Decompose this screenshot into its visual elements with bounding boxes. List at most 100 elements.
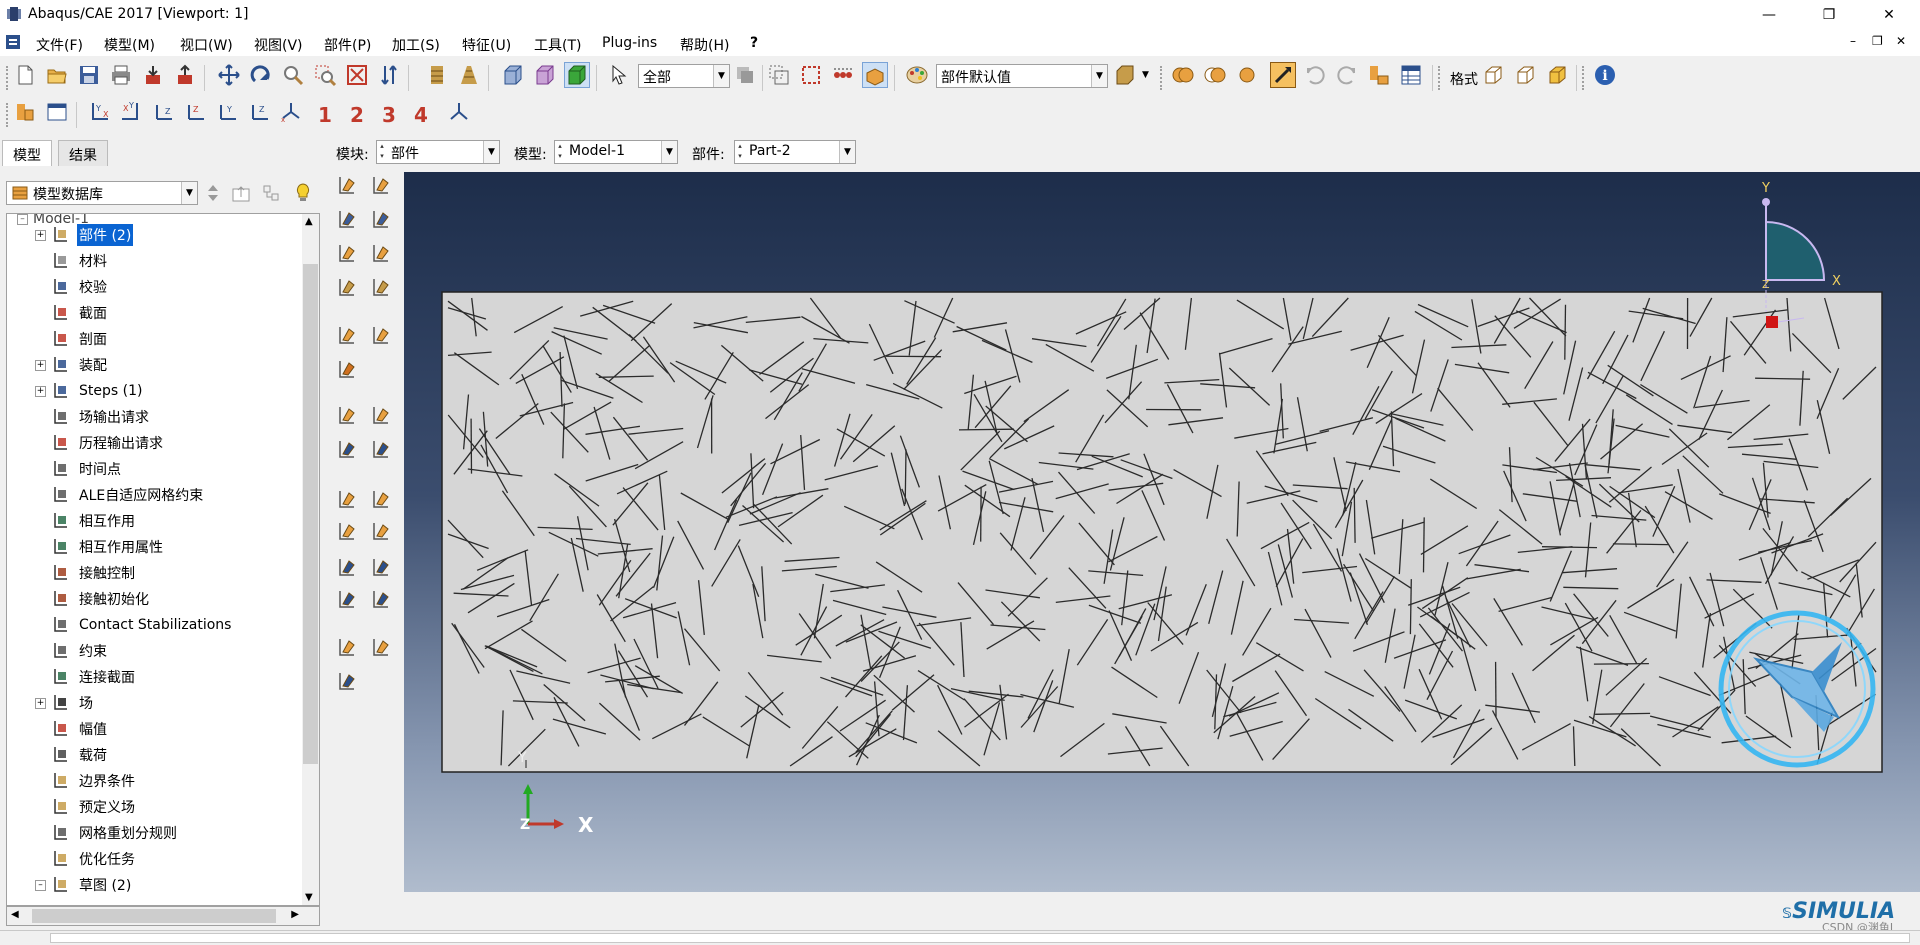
view-3-button[interactable]: 3 bbox=[382, 103, 396, 127]
view-triad-icon[interactable] bbox=[446, 99, 472, 125]
outline-cube-icon[interactable] bbox=[1512, 62, 1538, 88]
scroll-right-icon[interactable]: ▶ bbox=[291, 909, 299, 920]
expand-icon[interactable]: + bbox=[35, 359, 46, 371]
tree-horizontal-scroll-thumb[interactable] bbox=[32, 909, 276, 923]
create-cut-icon[interactable] bbox=[366, 238, 396, 268]
lightbulb-icon[interactable] bbox=[290, 180, 316, 206]
create-part-icon[interactable] bbox=[332, 170, 362, 200]
tree-item[interactable]: 时间点 bbox=[35, 456, 123, 482]
tree-item[interactable]: 接触控制 bbox=[35, 560, 137, 586]
part-select[interactable]: ▴ ▾ Part-2 ▼ bbox=[734, 140, 856, 164]
tree-options-icon[interactable] bbox=[258, 180, 284, 206]
scroll-down-icon[interactable]: ▼ bbox=[305, 892, 313, 903]
print-icon[interactable] bbox=[108, 62, 134, 88]
viewport[interactable]: Y Z X Y X Z bbox=[404, 172, 1920, 892]
zoom-icon[interactable] bbox=[280, 62, 306, 88]
datum-csys-tool-icon[interactable] bbox=[332, 552, 362, 582]
tree-item[interactable]: + Steps (1) bbox=[35, 378, 144, 404]
boolean-cut-icon[interactable] bbox=[1202, 62, 1228, 88]
datum-axis-icon[interactable] bbox=[332, 516, 362, 546]
toolbar-grip[interactable] bbox=[1160, 66, 1164, 90]
tree-item[interactable]: 优化任务 bbox=[35, 846, 137, 872]
toolbar-grip[interactable] bbox=[6, 66, 10, 90]
minimize-button[interactable]: — bbox=[1746, 0, 1792, 30]
select-arrow-icon[interactable] bbox=[606, 62, 632, 88]
edit-sketch-icon[interactable] bbox=[332, 400, 362, 430]
tree-item[interactable]: 剖面 bbox=[35, 326, 109, 352]
redo-icon[interactable] bbox=[1334, 62, 1360, 88]
box-zoom-icon[interactable] bbox=[312, 62, 338, 88]
info-icon[interactable]: i bbox=[1592, 62, 1618, 88]
boolean-union-icon[interactable] bbox=[1170, 62, 1196, 88]
toolbar-grip[interactable] bbox=[1438, 66, 1442, 90]
sort-arrows-icon[interactable] bbox=[200, 180, 226, 206]
chevron-down-icon[interactable]: ▼ bbox=[661, 141, 677, 163]
collapse-icon[interactable]: – bbox=[17, 214, 28, 225]
datum-tool-icon[interactable] bbox=[366, 272, 396, 302]
menu-feature[interactable]: 特征(U) bbox=[462, 35, 511, 55]
view-toolbar-icon-a[interactable] bbox=[424, 62, 450, 88]
edit-feature-icon[interactable] bbox=[332, 354, 362, 384]
tree-item[interactable]: 接触初始化 bbox=[35, 586, 151, 612]
chevron-down-icon[interactable]: ▼ bbox=[713, 65, 729, 87]
tree-root-select[interactable]: 模型数据库 ▼ bbox=[6, 181, 198, 205]
expand-icon[interactable]: + bbox=[35, 385, 46, 397]
tree-item[interactable]: 历程输出请求 bbox=[35, 430, 165, 456]
attach-points-icon[interactable] bbox=[366, 584, 396, 614]
create-round-icon[interactable] bbox=[332, 272, 362, 302]
open-folder-icon[interactable] bbox=[44, 62, 70, 88]
menu-part[interactable]: 部件(P) bbox=[324, 35, 371, 55]
partition-icon[interactable] bbox=[332, 320, 362, 350]
close-button[interactable]: ✕ bbox=[1866, 0, 1912, 30]
menu-model[interactable]: 模型(M) bbox=[104, 35, 155, 55]
chevron-down-icon[interactable]: ▼ bbox=[1091, 65, 1107, 87]
hidden-line-icon[interactable] bbox=[532, 62, 558, 88]
wireframe-icon[interactable] bbox=[500, 62, 526, 88]
query-tool-icon[interactable] bbox=[1270, 62, 1296, 88]
select-box-icon[interactable] bbox=[798, 62, 824, 88]
tree-item[interactable]: + 部件 (2) bbox=[35, 222, 134, 248]
datum-icon[interactable] bbox=[1366, 62, 1392, 88]
menu-plugins[interactable]: Plug-ins bbox=[602, 35, 657, 51]
expand-icon[interactable]: + bbox=[35, 229, 46, 241]
undo-icon[interactable] bbox=[1302, 62, 1328, 88]
tree-vertical-scrollbar[interactable]: ▲ ▼ bbox=[302, 214, 319, 905]
mdi-minimize[interactable]: – bbox=[1850, 34, 1856, 48]
solid-cube-icon[interactable] bbox=[1544, 62, 1570, 88]
scroll-left-icon[interactable]: ◀ bbox=[11, 909, 19, 920]
tree-vertical-scroll-thumb[interactable] bbox=[303, 264, 318, 764]
menu-tools[interactable]: 工具(T) bbox=[534, 35, 581, 55]
virtual-topology-icon[interactable] bbox=[366, 434, 396, 464]
feature-manager-icon[interactable] bbox=[366, 632, 396, 662]
color-code-dropdown[interactable]: ▼ bbox=[1142, 70, 1149, 80]
partition-manager-icon[interactable] bbox=[366, 320, 396, 350]
menu-file[interactable]: 文件(F) bbox=[36, 35, 83, 55]
view-iso-icon[interactable]: x bbox=[278, 99, 304, 125]
tree-item[interactable]: 网格重划分规则 bbox=[35, 820, 179, 846]
tree-item[interactable]: 预定义场 bbox=[35, 794, 137, 820]
spin-arrows-icon[interactable]: ▴ ▾ bbox=[377, 141, 387, 163]
view-4-button[interactable]: 4 bbox=[414, 103, 428, 127]
query-icon[interactable] bbox=[366, 400, 396, 430]
tree-item[interactable]: Contact Stabilizations bbox=[35, 612, 233, 638]
toolbar-grip[interactable] bbox=[6, 103, 10, 127]
render-style-select[interactable]: 部件默认值 ▼ bbox=[936, 64, 1108, 88]
shaded-icon[interactable] bbox=[564, 62, 590, 88]
plot-table-icon[interactable] bbox=[44, 99, 70, 125]
tree-item[interactable]: 连接截面 bbox=[35, 664, 137, 690]
tab-results[interactable]: 结果 bbox=[58, 140, 108, 166]
restore-button[interactable]: ❐ bbox=[1806, 0, 1852, 30]
datum-point-icon[interactable] bbox=[366, 484, 396, 514]
view-right-icon[interactable]: Z bbox=[246, 99, 272, 125]
create-shell-icon[interactable] bbox=[366, 204, 396, 234]
rotate-icon[interactable] bbox=[248, 62, 274, 88]
tree-item[interactable]: + 场 bbox=[35, 690, 95, 716]
repair-icon[interactable] bbox=[332, 434, 362, 464]
select-drag-icon[interactable] bbox=[766, 62, 792, 88]
save-icon[interactable] bbox=[76, 62, 102, 88]
scroll-up-icon[interactable]: ▲ bbox=[305, 216, 313, 227]
new-file-icon[interactable] bbox=[12, 62, 38, 88]
document-menu-icon[interactable] bbox=[5, 34, 21, 50]
module-select[interactable]: ▴ ▾ 部件 ▼ bbox=[376, 140, 500, 164]
message-field[interactable] bbox=[50, 933, 1910, 943]
